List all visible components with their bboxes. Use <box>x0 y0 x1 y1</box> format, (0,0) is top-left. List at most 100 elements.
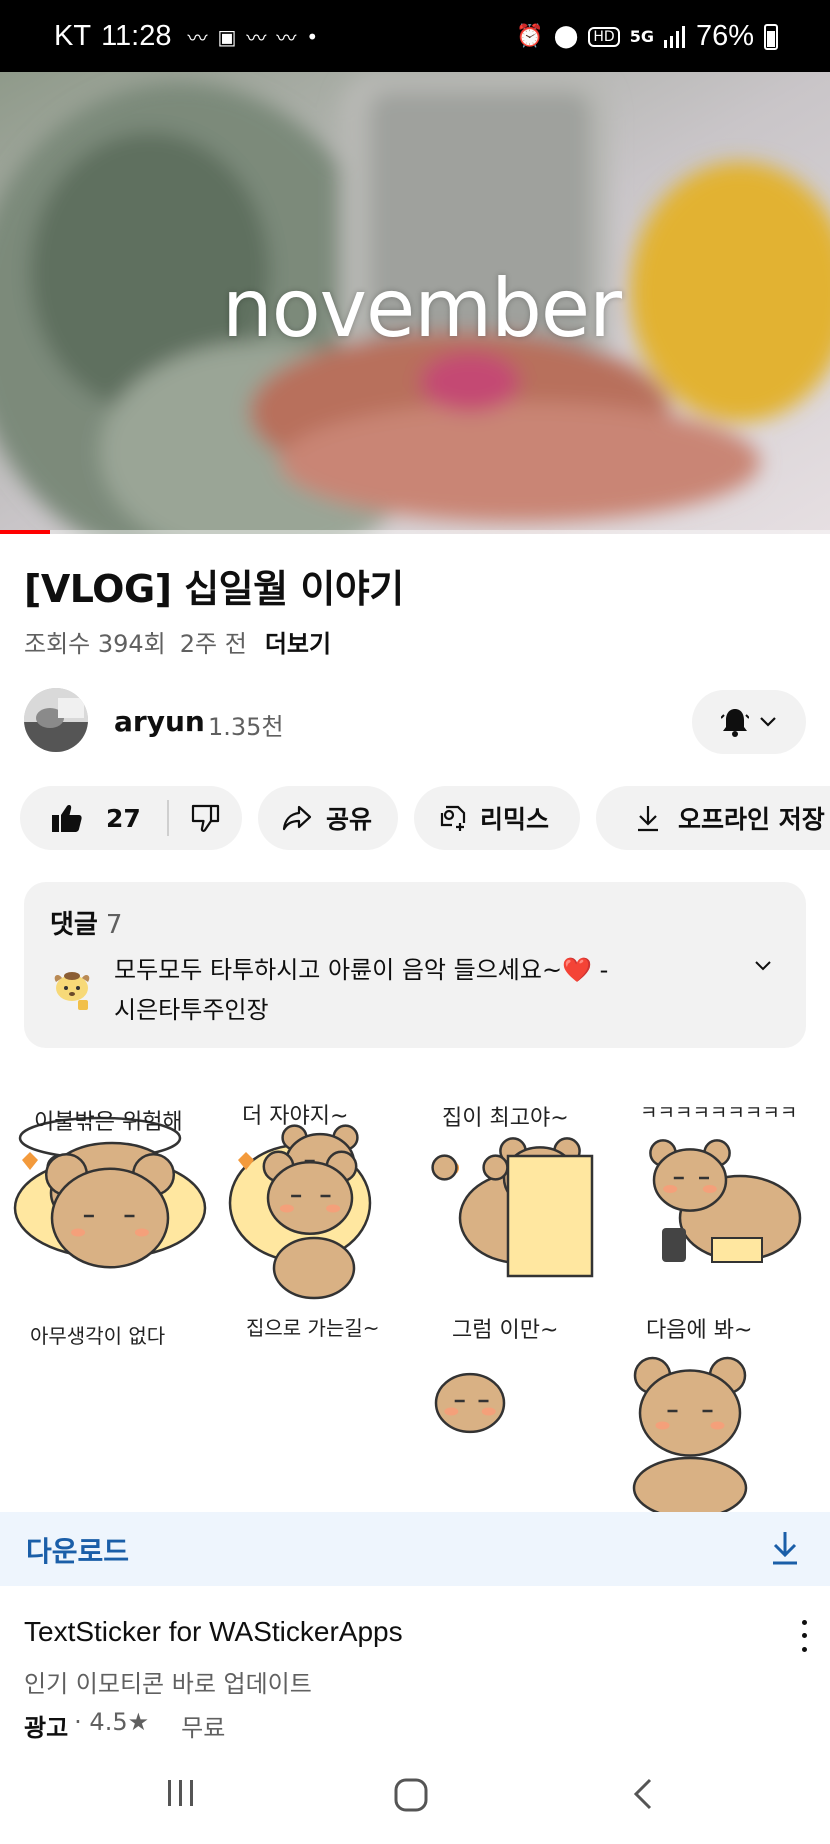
remix-button[interactable]: 리믹스 <box>414 786 580 850</box>
channel-avatar[interactable] <box>24 688 88 752</box>
like-dislike-chip[interactable]: 27 <box>20 786 242 850</box>
chevron-down-icon[interactable] <box>754 960 772 972</box>
share-icon <box>282 805 312 831</box>
sticker-caption: 더 자야지~ <box>242 1104 349 1129</box>
notification-bell-button[interactable] <box>692 690 806 754</box>
like-count: 27 <box>106 803 141 833</box>
mustache-icon: 〰 <box>187 26 208 50</box>
ad-app-title[interactable]: TextSticker for WAStickerApps <box>24 1616 403 1648</box>
bear-cheek <box>655 1421 670 1430</box>
back-button[interactable] <box>632 1778 654 1810</box>
video-meta[interactable]: 조회수 394회 2주 전 더보기 <box>24 624 331 659</box>
bear-cheek <box>663 1185 678 1193</box>
comments-header: 댓글 7 <box>50 904 122 941</box>
sticker-caption: ㅋㅋㅋㅋㅋㅋㅋㅋㅋ <box>640 1102 798 1124</box>
image-icon: ▣ <box>217 24 237 49</box>
chevron-down-icon <box>760 717 776 727</box>
bear-body <box>632 1456 748 1520</box>
clock: 11:28 <box>101 20 172 52</box>
bear-ear <box>482 1154 509 1181</box>
bear-cheek <box>279 1204 294 1213</box>
bear-body <box>272 1236 356 1300</box>
ad-download-bar[interactable]: 다운로드 <box>0 1512 830 1586</box>
like-icon[interactable] <box>52 804 82 832</box>
action-chips: 27 공유 리믹스 오프라인 저장 <box>20 786 830 850</box>
bear-ear <box>431 1154 458 1181</box>
bear-head <box>266 1161 354 1235</box>
bear-cheek <box>444 1407 459 1416</box>
sticker-caption: 집이 최고야~ <box>442 1106 569 1131</box>
sticker-caption: 아무생각이 없다 <box>30 1324 166 1348</box>
share-button[interactable]: 공유 <box>258 786 398 850</box>
bear-head <box>652 1148 728 1212</box>
system-nav-bar <box>0 1756 830 1844</box>
comments-title: 댓글 <box>50 910 98 940</box>
more-button[interactable]: 더보기 <box>265 624 331 659</box>
avatar-image <box>24 688 88 752</box>
bear-cheek <box>134 1228 149 1237</box>
sticker-caption: 집으로 가는길~ <box>246 1316 380 1340</box>
alarm-icon: ⏰ <box>516 24 544 49</box>
recent-apps-button[interactable] <box>166 1778 196 1808</box>
bear-head <box>50 1167 170 1269</box>
dislike-icon[interactable] <box>191 804 221 832</box>
top-comment-line1: 모두모두 타투하시고 아륜이 음악 들으세요~❤️ - <box>114 956 609 984</box>
ad-sticker-banner[interactable]: 이불밖은 위험해 더 자야지~ 집이 최고야~ ㅋㅋㅋㅋㅋㅋㅋㅋㅋ 아무생각이 … <box>0 1068 830 1520</box>
chip-divider <box>166 800 169 836</box>
remix-label: 리믹스 <box>480 805 550 834</box>
door <box>506 1154 594 1278</box>
bear-head <box>638 1369 742 1457</box>
sticker-caption: 이불밖은 위험해 <box>34 1110 183 1135</box>
remix-icon <box>440 805 466 831</box>
upload-age: 2주 전 <box>179 630 247 658</box>
comments-panel[interactable]: 댓글 7 모두모두 타투하시고 아륜이 음악 들으세요~❤️ - 시은타투주인장 <box>24 882 806 1048</box>
battery-percent: 76% <box>695 20 754 52</box>
battery-icon <box>764 23 778 50</box>
commenter-avatar <box>54 972 90 1010</box>
location-icon: ⬤ <box>553 24 579 49</box>
video-player[interactable]: november <box>0 72 830 534</box>
video-overlay-text: november <box>222 262 622 355</box>
offline-save-button[interactable]: 오프라인 저장 <box>596 786 830 850</box>
sticker-caption: 그럼 이만~ <box>452 1318 559 1343</box>
view-count: 조회수 394회 <box>24 630 166 658</box>
ad-rating: · 4.5★ <box>74 1708 150 1736</box>
bell-icon <box>721 709 749 737</box>
video-title[interactable]: [VLOG] 십일월 이야기 <box>24 558 404 613</box>
pillow <box>711 1237 763 1263</box>
top-comment: 모두모두 타투하시고 아륜이 음악 들으세요~❤️ - 시은타투주인장 <box>114 950 674 1030</box>
home-button[interactable] <box>394 1778 428 1812</box>
more-options-icon[interactable] <box>796 1616 812 1656</box>
bear-cheek <box>710 1421 725 1430</box>
bear-head <box>434 1372 506 1434</box>
carrier-label: KT <box>54 20 92 52</box>
share-label: 공유 <box>326 805 373 834</box>
notification-icons: 〰 ▣ 〰 〰 • <box>187 22 318 51</box>
mustache-icon: 〰 <box>246 26 267 50</box>
download-label: 다운로드 <box>26 1535 130 1568</box>
network-type-label: 5G <box>629 27 654 46</box>
channel-name[interactable]: aryun <box>114 705 205 738</box>
bear-cheek <box>702 1185 717 1193</box>
sticker-caption: 다음에 봐~ <box>646 1318 753 1343</box>
mustache-icon: 〰 <box>276 26 297 50</box>
video-progress-bar[interactable] <box>0 530 830 534</box>
ad-meta: 광고 · 4.5★ 무료 <box>24 1708 225 1743</box>
video-progress-fill <box>0 530 50 534</box>
dot-icon: • <box>306 24 319 49</box>
phone-icon <box>662 1228 686 1262</box>
ad-price: 무료 <box>181 1714 226 1742</box>
bear-cheek <box>71 1228 86 1237</box>
download-icon <box>638 806 658 832</box>
signal-icon <box>663 25 685 48</box>
heart-icon <box>22 1152 38 1170</box>
ad-badge: 광고 <box>24 1714 69 1742</box>
download-icon[interactable] <box>770 1530 800 1566</box>
subscriber-count: 1.35천 <box>208 713 284 741</box>
offline-label: 오프라인 저장 <box>678 805 825 834</box>
top-comment-line2: 시은타투주인장 <box>114 996 269 1024</box>
hd-voice-icon: HD <box>588 26 620 47</box>
bear-cheek <box>481 1407 496 1416</box>
ad-app-subtitle: 인기 이모티콘 바로 업데이트 <box>24 1670 312 1698</box>
status-bar: KT 11:28 〰 ▣ 〰 〰 • ⏰ ⬤ HD 5G 76% <box>0 0 830 72</box>
